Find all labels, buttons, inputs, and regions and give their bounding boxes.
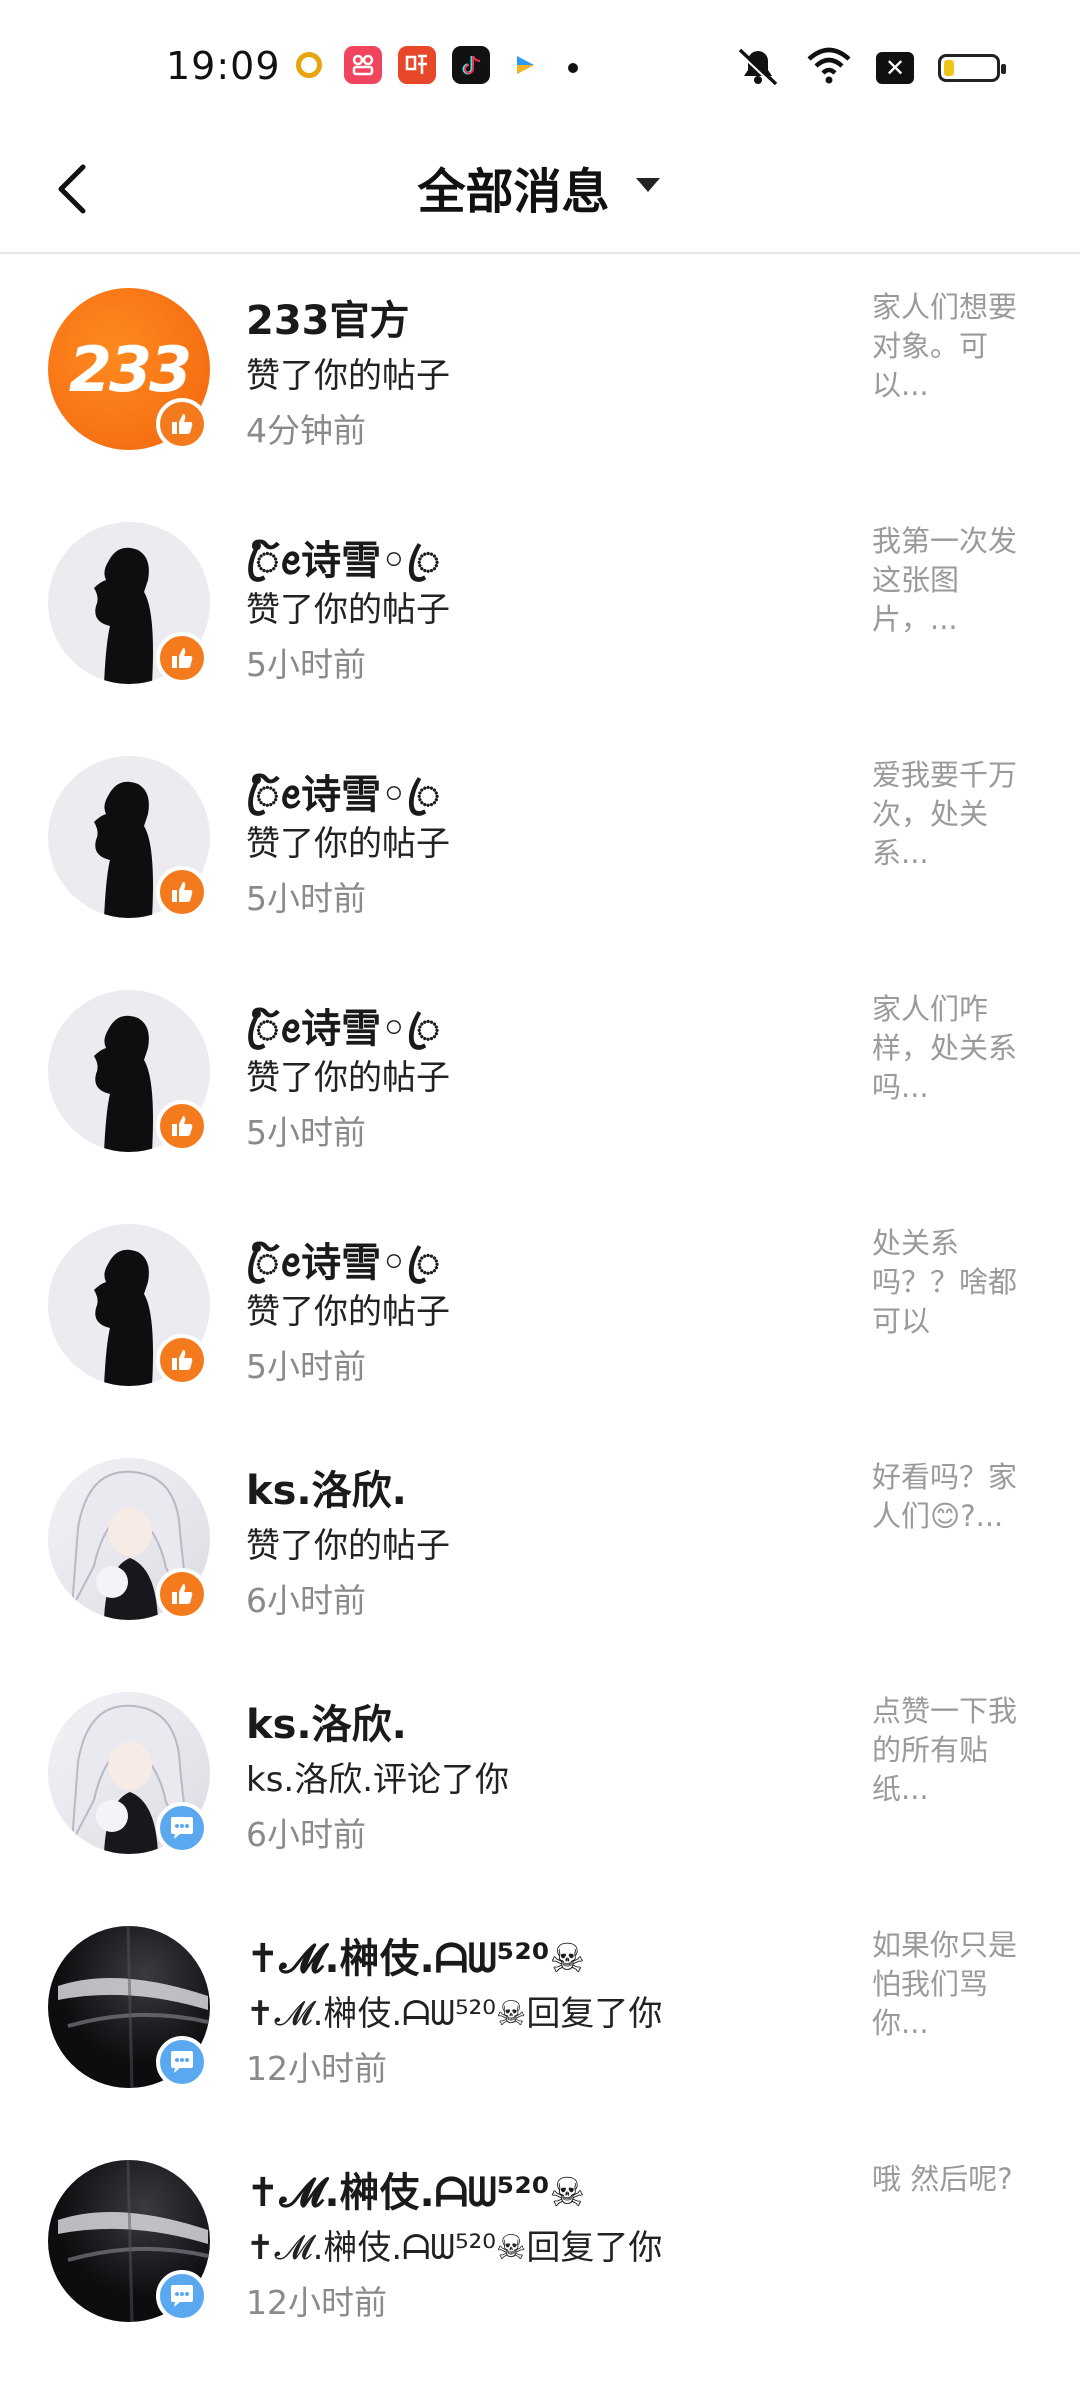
timestamp: 4分钟前 (246, 411, 366, 450)
action-text: 赞了你的帖子 (246, 356, 450, 396)
post-preview[interactable]: 我第一次发这张图片，... (872, 522, 1032, 639)
system-icons: ✕ (734, 46, 1006, 90)
post-preview[interactable]: 哦 然后呢? (872, 2160, 1032, 2199)
post-preview[interactable]: 如果你只是怕我们骂你... (872, 1926, 1032, 2043)
sender-name: ✝𝓜.榊伎.ᗩᗯ⁵²⁰☠ (246, 1936, 586, 1982)
comment-icon (156, 2036, 208, 2088)
battery-icon (938, 54, 1006, 82)
sender-name: ks.洛欣. (246, 1702, 407, 1748)
message-item[interactable]: ✝𝓜.榊伎.ᗩᗯ⁵²⁰☠ ✝𝓜.榊伎.ᗩᗯ⁵²⁰☠回复了你 12小时前 哦 然后呢? (0, 2124, 1080, 2358)
message-item[interactable]: ꦿ໌ꫀ诗雪◦ꦿ 赞了你的帖子 5小时前 我第一次发这张图片，... (0, 486, 1080, 720)
timestamp: 12小时前 (246, 2049, 387, 2088)
notification-icons (290, 46, 544, 84)
action-text: 赞了你的帖子 (246, 824, 450, 864)
timestamp: 6小时前 (246, 1815, 366, 1854)
post-preview[interactable]: 处关系吗？？啥都可以 (872, 1224, 1032, 1341)
post-preview[interactable]: 点赞一下我的所有贴纸... (872, 1692, 1032, 1809)
timestamp: 5小时前 (246, 1347, 366, 1386)
post-preview[interactable]: 家人们想要对象。可以... (872, 288, 1032, 405)
no-sim-icon: ✕ (876, 52, 914, 84)
timestamp: 5小时前 (246, 645, 366, 684)
comment-icon (156, 2270, 208, 2322)
tiktok-icon (452, 46, 490, 84)
qq-browser-icon (290, 46, 328, 84)
message-item[interactable]: ꦿ໌ꫀ诗雪◦ꦿ 赞了你的帖子 5小时前 家人们咋样，处关系吗... (0, 954, 1080, 1188)
status-bar: 19:09 ✕ (0, 0, 1080, 130)
status-time: 19:09 (166, 44, 281, 88)
timestamp: 6小时前 (246, 1581, 366, 1620)
action-text: ks.洛欣.评论了你 (246, 1760, 510, 1800)
wifi-icon (806, 47, 852, 89)
sender-name: ✝𝓜.榊伎.ᗩᗯ⁵²⁰☠ (246, 2170, 586, 2216)
post-preview[interactable]: 家人们咋样，处关系吗... (872, 990, 1032, 1107)
thumbs-up-icon (156, 1568, 208, 1620)
message-item[interactable]: ks.洛欣. ks.洛欣.评论了你 6小时前 点赞一下我的所有贴纸... (0, 1656, 1080, 1890)
ting-icon (398, 46, 436, 84)
xiaohongshu-icon (344, 46, 382, 84)
thumbs-up-icon (156, 1334, 208, 1386)
thumbs-up-icon (156, 1100, 208, 1152)
message-item[interactable]: ks.洛欣. 赞了你的帖子 6小时前 好看吗？家人们😊?... (0, 1422, 1080, 1656)
timestamp: 5小时前 (246, 1113, 366, 1152)
timestamp: 5小时前 (246, 879, 366, 918)
message-item[interactable]: ✝𝓜.榊伎.ᗩᗯ⁵²⁰☠ ✝𝓜.榊伎.ᗩᗯ⁵²⁰☠回复了你 12小时前 如果你只是怕我… (0, 1890, 1080, 2124)
thumbs-up-icon (156, 398, 208, 450)
message-item[interactable]: ꦿ໌ꫀ诗雪◦ꦿ 赞了你的帖子 5小时前 爱我要千万次，处关系... (0, 720, 1080, 954)
post-preview[interactable]: 好看吗？家人们😊?... (872, 1458, 1032, 1536)
page-title: 全部消息 (417, 164, 610, 220)
action-text: 赞了你的帖子 (246, 1292, 450, 1332)
action-text: ✝𝓜.榊伎.ᗩᗯ⁵²⁰☠回复了你 (246, 2228, 663, 2268)
sender-name: ks.洛欣. (246, 1468, 407, 1514)
video-player-icon (506, 46, 544, 84)
more-notifications-dot (568, 63, 578, 73)
message-list: 233 233官方 赞了你的帖子 4分钟前 家人们想要对象。可以...ꦿ໌ꫀ诗雪◦ꦿ 赞了… (0, 252, 1080, 2358)
action-text: 赞了你的帖子 (246, 1058, 450, 1098)
comment-icon (156, 1802, 208, 1854)
action-text: 赞了你的帖子 (246, 1526, 450, 1566)
sender-name: 233官方 (246, 298, 410, 344)
message-item[interactable]: ꦿ໌ꫀ诗雪◦ꦿ 赞了你的帖子 5小时前 处关系吗？？啥都可以 (0, 1188, 1080, 1422)
message-item[interactable]: 233 233官方 赞了你的帖子 4分钟前 家人们想要对象。可以... (0, 252, 1080, 486)
message-filter-dropdown[interactable]: 全部消息 (0, 152, 1080, 222)
post-preview[interactable]: 爱我要千万次，处关系... (872, 756, 1032, 873)
caret-down-icon (633, 174, 663, 200)
thumbs-up-icon (156, 632, 208, 684)
thumbs-up-icon (156, 866, 208, 918)
action-text: ✝𝓜.榊伎.ᗩᗯ⁵²⁰☠回复了你 (246, 1994, 663, 2034)
timestamp: 12小时前 (246, 2283, 387, 2322)
mute-icon (734, 46, 782, 90)
action-text: 赞了你的帖子 (246, 590, 450, 630)
top-bar: 全部消息 (0, 130, 1080, 254)
